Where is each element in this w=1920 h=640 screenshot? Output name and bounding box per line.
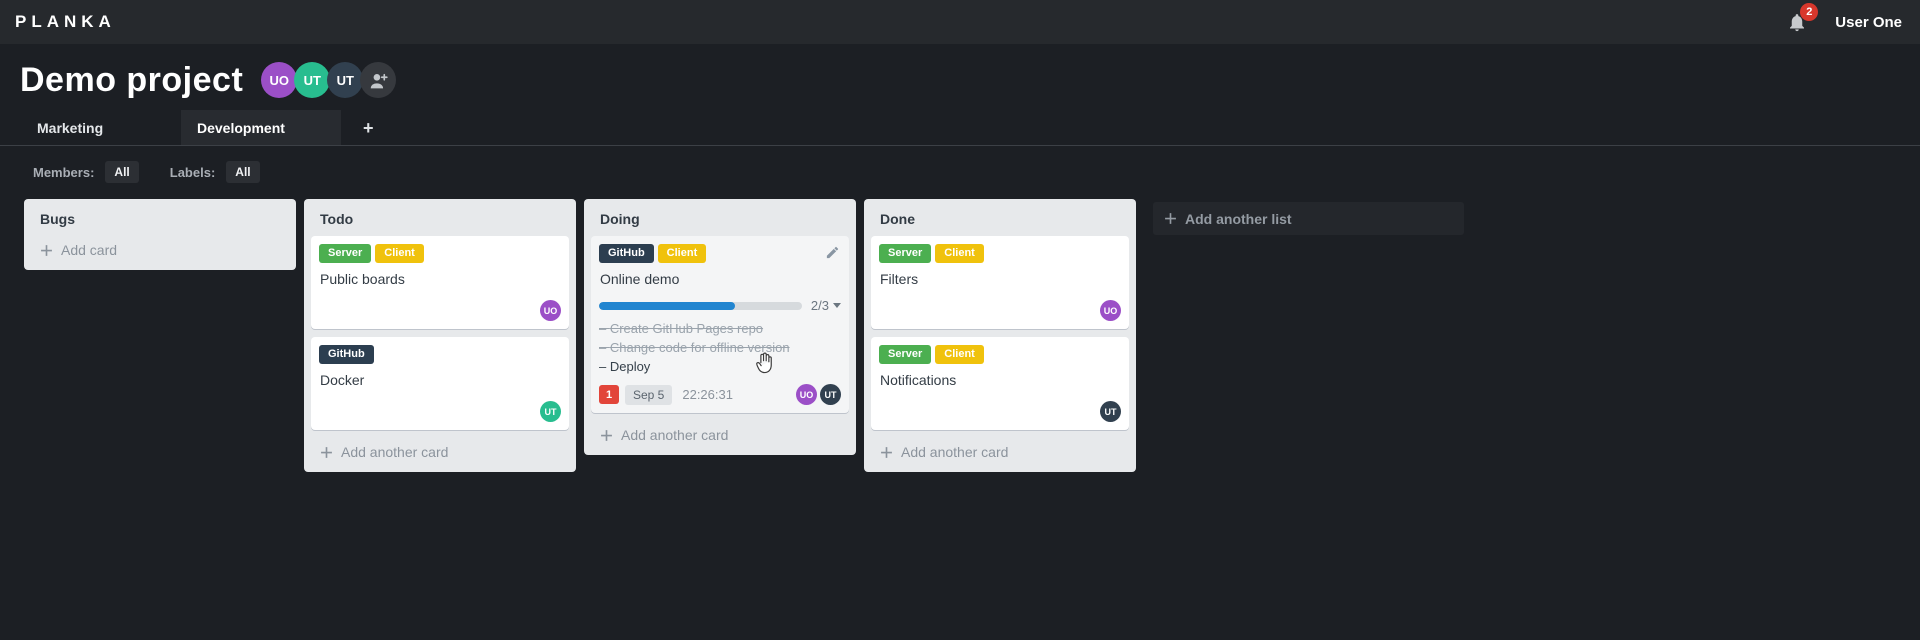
top-bar: PLANKA 2 User One bbox=[0, 0, 1920, 44]
label-chip: Server bbox=[879, 345, 932, 364]
card-member-avatar[interactable]: UO bbox=[540, 300, 561, 321]
progress-fill bbox=[599, 301, 735, 310]
project-members: UO UT UT bbox=[261, 62, 397, 98]
card-title: Docker bbox=[320, 372, 365, 388]
list-title[interactable]: Bugs bbox=[31, 206, 289, 236]
card-title: Public boards bbox=[320, 271, 405, 287]
add-board-button[interactable]: + bbox=[357, 110, 380, 145]
add-card-label: Add another card bbox=[341, 444, 449, 460]
card-members: UO UT bbox=[796, 384, 841, 405]
card-members: UT bbox=[319, 401, 561, 422]
person-plus-icon bbox=[370, 73, 388, 88]
members-filter-label: Members: bbox=[33, 164, 95, 180]
task-item: Deploy bbox=[599, 358, 841, 375]
labels-filter-value[interactable]: All bbox=[226, 161, 260, 183]
add-list-label: Add another list bbox=[1185, 210, 1292, 227]
task-list: Create GitHub Pages repo Change code for… bbox=[599, 320, 841, 375]
card-labels: GitHub bbox=[319, 345, 561, 364]
add-another-card-button[interactable]: Add another card bbox=[871, 438, 1129, 465]
add-card-button[interactable]: Add card bbox=[31, 236, 289, 263]
label-chip: Server bbox=[879, 244, 932, 263]
progress-bar bbox=[599, 301, 802, 310]
board-member-avatar[interactable]: UT bbox=[294, 62, 331, 98]
card-notification-badge: 1 bbox=[599, 385, 619, 404]
card-labels: Server Client bbox=[879, 345, 1121, 364]
task-item: Change code for offline version bbox=[599, 339, 841, 356]
project-header: Demo project UO UT UT bbox=[0, 44, 1920, 106]
card-member-avatar[interactable]: UT bbox=[540, 401, 561, 422]
label-chip: GitHub bbox=[599, 244, 654, 263]
add-another-card-button[interactable]: Add another card bbox=[311, 438, 569, 465]
card-title: Notifications bbox=[880, 372, 957, 388]
notification-badge: 2 bbox=[1800, 3, 1819, 21]
card-members: UO bbox=[319, 300, 561, 321]
card-online-demo[interactable]: GitHub Client Online demo 2/3 Create Git… bbox=[591, 236, 849, 413]
labels-filter-label: Labels: bbox=[169, 164, 216, 180]
tab-development[interactable]: Development bbox=[181, 110, 341, 145]
edit-card-button[interactable] bbox=[825, 245, 840, 260]
notifications-button[interactable]: 2 bbox=[1787, 3, 1819, 33]
card-member-avatar[interactable]: UT bbox=[1100, 401, 1121, 422]
topbar-right: 2 User One bbox=[1787, 3, 1902, 33]
label-chip: Client bbox=[935, 244, 984, 263]
add-card-label: Add another card bbox=[621, 427, 729, 443]
timer-badge[interactable]: 22:26:31 bbox=[682, 387, 733, 402]
card-labels: GitHub Client bbox=[599, 244, 841, 263]
list-doing: Doing GitHub Client Online demo 2/3 – Cr… bbox=[584, 199, 856, 455]
board-member-avatar[interactable]: UO bbox=[261, 62, 298, 98]
card-public-boards[interactable]: Server Client Public boards UO bbox=[311, 236, 569, 329]
add-member-button[interactable] bbox=[360, 62, 397, 98]
chevron-down-icon bbox=[833, 303, 841, 308]
pencil-icon bbox=[826, 246, 839, 259]
list-todo: Todo Server Client Public boards UO GitH… bbox=[304, 199, 576, 472]
label-chip: Client bbox=[657, 244, 707, 263]
label-chip: GitHub bbox=[319, 345, 374, 364]
add-card-label: Add another card bbox=[901, 444, 1009, 460]
card-notifications[interactable]: Server Client Notifications UT bbox=[871, 337, 1129, 430]
due-date-badge[interactable]: Sep 5 bbox=[625, 384, 673, 405]
board-member-avatar[interactable]: UT bbox=[327, 62, 364, 98]
plus-icon bbox=[601, 429, 612, 441]
list-bugs: Bugs Add card bbox=[24, 199, 296, 270]
add-list-button[interactable]: Add another list bbox=[1153, 202, 1464, 235]
card-member-avatar[interactable]: UO bbox=[796, 384, 817, 405]
board-lists: Bugs Add card Todo Server Client Public … bbox=[0, 183, 1920, 472]
plus-icon bbox=[41, 244, 52, 256]
tasks-counter-value: 2/3 bbox=[810, 298, 829, 313]
list-done: Done Server Client Filters UO Server Cli… bbox=[864, 199, 1136, 472]
card-members: UT bbox=[879, 401, 1121, 422]
planka-logo[interactable]: PLANKA bbox=[15, 12, 116, 32]
plus-icon bbox=[881, 446, 892, 458]
list-title[interactable]: Done bbox=[871, 206, 1129, 236]
card-title: Filters bbox=[880, 271, 919, 287]
list-title[interactable]: Todo bbox=[311, 206, 569, 236]
card-members: UO bbox=[879, 300, 1121, 321]
card-filters[interactable]: Server Client Filters UO bbox=[871, 236, 1129, 329]
board-tabs: Marketing Development + bbox=[0, 110, 1920, 146]
label-chip: Client bbox=[375, 244, 424, 263]
plus-icon bbox=[1165, 213, 1176, 224]
card-labels: Server Client bbox=[879, 244, 1121, 263]
card-member-avatar[interactable]: UO bbox=[1100, 300, 1121, 321]
task-item: Create GitHub Pages repo bbox=[599, 320, 841, 337]
plus-icon bbox=[321, 446, 332, 458]
tasks-counter[interactable]: 2/3 bbox=[811, 298, 841, 313]
label-chip: Server bbox=[319, 244, 372, 263]
card-footer: 1 Sep 5 22:26:31 UO UT bbox=[599, 384, 841, 405]
tab-marketing[interactable]: Marketing bbox=[21, 110, 181, 145]
list-title[interactable]: Doing bbox=[591, 206, 849, 236]
card-title: Online demo bbox=[600, 271, 680, 287]
members-filter-value[interactable]: All bbox=[105, 161, 139, 183]
card-docker[interactable]: GitHub Docker UT bbox=[311, 337, 569, 430]
label-chip: Client bbox=[935, 345, 984, 364]
add-card-label: Add card bbox=[61, 242, 118, 258]
tasks-progress: 2/3 bbox=[599, 298, 841, 313]
filter-bar: Members: All Labels: All bbox=[0, 146, 1920, 183]
add-another-card-button[interactable]: Add another card bbox=[591, 421, 849, 448]
card-labels: Server Client bbox=[319, 244, 561, 263]
card-member-avatar[interactable]: UT bbox=[820, 384, 841, 405]
project-title[interactable]: Demo project bbox=[20, 56, 243, 104]
user-menu[interactable]: User One bbox=[1835, 14, 1902, 31]
